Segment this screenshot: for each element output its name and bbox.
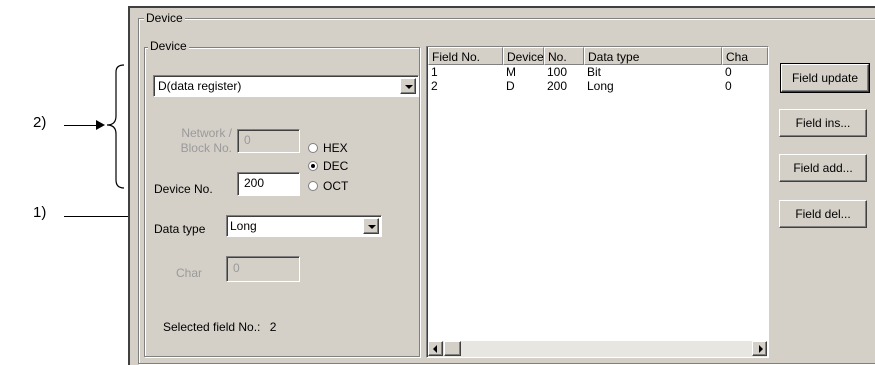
annotation-arrow-2-line [64,125,98,126]
radio-oct[interactable]: OCT [308,179,348,193]
radio-oct-circle[interactable] [308,181,318,191]
annotation-arrow-1-line [64,216,134,217]
data-type-value: Long [230,219,257,233]
selected-field-value: 2 [269,320,277,334]
column-header-char[interactable]: Cha [722,47,768,65]
annotation-label-1: 1) [33,204,47,221]
column-header-no[interactable]: No. [544,47,584,65]
scrollbar-thumb[interactable] [444,341,461,356]
cell-char: 0 [725,79,732,93]
annotation-brace [106,64,125,189]
radio-hex-label: HEX [323,141,348,155]
selected-field-label: Selected field No.: [163,320,261,334]
char-value: 0 [233,261,240,275]
table-row[interactable]: 2 D 200 Long 0 [428,79,767,93]
device-select-value: D(data register) [158,79,242,93]
field-update-button[interactable]: Field update [780,63,870,93]
radio-dec[interactable]: DEC [308,159,348,173]
field-ins-button[interactable]: Field ins... [779,109,867,137]
annotation-label-2: 2) [33,114,47,131]
device-no-label: Device No. [154,182,213,196]
cell-field-no: 2 [431,79,438,93]
chevron-down-icon[interactable] [363,218,379,234]
field-update-label: Field update [791,71,859,85]
data-type-select[interactable]: Long [226,215,382,237]
radio-hex-circle[interactable] [308,143,318,153]
cell-no: 100 [547,65,568,79]
device-settings-panel: Device Device D(data register) Network /… [128,6,875,365]
scroll-left-icon[interactable] [428,341,443,356]
device-no-value: 200 [244,176,265,190]
char-field: 0 [226,256,300,282]
cell-device: D [506,79,515,93]
cell-data-type: Bit [587,65,602,79]
field-add-label: Field add... [793,161,853,175]
field-del-label: Field del... [795,207,851,221]
network-block-field: 0 [237,129,300,153]
column-header-data-type[interactable]: Data type [584,47,722,65]
radio-dec-circle[interactable] [308,161,318,171]
network-block-label-line2: Block No. [180,141,232,155]
network-block-value: 0 [244,133,251,147]
data-type-label: Data type [154,222,206,236]
field-del-button[interactable]: Field del... [779,200,867,228]
device-group-title: Device [148,39,189,53]
cell-data-type: Long [587,79,614,93]
device-no-field[interactable]: 200 [237,172,300,196]
horizontal-scrollbar[interactable] [428,341,767,357]
cell-char: 0 [725,65,732,79]
device-select[interactable]: D(data register) [153,75,419,97]
cell-field-no: 1 [431,65,438,79]
table-row[interactable]: 1 M 100 Bit 0 [428,65,767,79]
outer-group-title: Device [144,11,185,25]
field-ins-label: Field ins... [795,116,851,130]
cell-device: M [506,65,516,79]
scroll-right-icon[interactable] [752,341,767,356]
network-block-label: Network / Block No. [164,126,232,156]
char-label: Char [176,266,203,280]
chevron-down-icon[interactable] [400,78,416,94]
field-add-button[interactable]: Field add... [779,154,867,182]
radio-hex[interactable]: HEX [308,141,348,155]
column-header-device[interactable]: Device [503,47,544,65]
radio-oct-label: OCT [323,179,349,193]
field-table[interactable]: Field No. Device No. Data type Cha 1 M 1… [426,46,769,358]
cell-no: 200 [547,79,568,93]
network-block-label-line1: Network / [181,126,232,140]
selected-field: Selected field No.: 2 [163,320,276,334]
column-header-field-no[interactable]: Field No. [428,47,503,65]
radio-dec-label: DEC [323,159,349,173]
